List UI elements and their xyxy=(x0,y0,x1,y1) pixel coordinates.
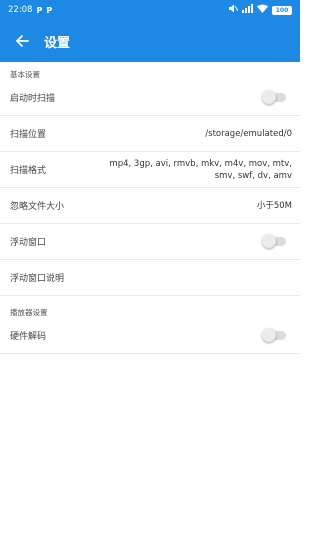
status-left: 22:08 P P xyxy=(8,5,52,15)
setting-value: mp4, 3gp, avi, rmvb, mkv, m4v, mov, mtv,… xyxy=(109,158,292,181)
section-header-basic: 基本设置 xyxy=(10,70,40,79)
setting-scan-location[interactable]: 扫描位置 /storage/emulated/0 xyxy=(0,116,300,152)
float-window-toggle[interactable] xyxy=(262,234,286,248)
setting-float-window-help[interactable]: 浮动窗口说明 xyxy=(0,260,300,296)
setting-label: 浮动窗口说明 xyxy=(10,274,65,284)
toggle-knob xyxy=(262,328,276,342)
setting-scan-format[interactable]: 扫描格式 mp4, 3gp, avi, rmvb, mkv, m4v, mov,… xyxy=(0,152,300,188)
settings-list: 基本设置 启动时扫描 扫描位置 /storage/emulated/0 扫描格式… xyxy=(0,62,300,354)
setting-ignore-size[interactable]: 忽略文件大小 小于50M xyxy=(0,188,300,224)
status-right: 100 xyxy=(228,4,292,16)
arrow-left-icon xyxy=(16,35,29,47)
setting-label: 硬件解码 xyxy=(10,332,47,342)
setting-label: 忽略文件大小 xyxy=(10,202,65,212)
status-time: 22:08 xyxy=(8,5,33,15)
setting-hw-decode[interactable]: 硬件解码 xyxy=(0,318,300,354)
back-button[interactable] xyxy=(0,20,44,62)
setting-label: 启动时扫描 xyxy=(10,94,56,104)
wifi-icon xyxy=(257,4,268,16)
setting-label: 扫描格式 xyxy=(10,166,47,176)
setting-float-window[interactable]: 浮动窗口 xyxy=(0,224,300,260)
signal-icon xyxy=(242,4,253,16)
setting-value: 小于50M xyxy=(256,200,292,211)
toggle-knob xyxy=(262,234,276,248)
page-title: 设置 xyxy=(44,35,71,51)
setting-scan-on-start[interactable]: 启动时扫描 xyxy=(0,80,300,116)
battery-icon: 100 xyxy=(272,5,292,15)
setting-label: 扫描位置 xyxy=(10,130,47,140)
notification-p-icon: P xyxy=(36,5,43,15)
mute-icon xyxy=(228,4,239,16)
scan-on-start-toggle[interactable] xyxy=(262,90,286,104)
toolbar: 设置 xyxy=(0,20,300,62)
setting-value: /storage/emulated/0 xyxy=(205,128,292,139)
section-header-player: 播放器设置 xyxy=(10,308,48,317)
setting-label: 浮动窗口 xyxy=(10,238,47,248)
notification-p-icon-2: P xyxy=(46,5,53,15)
status-bar: 22:08 P P 100 xyxy=(0,0,300,20)
hw-decode-toggle[interactable] xyxy=(262,328,286,342)
toggle-knob xyxy=(262,90,276,104)
